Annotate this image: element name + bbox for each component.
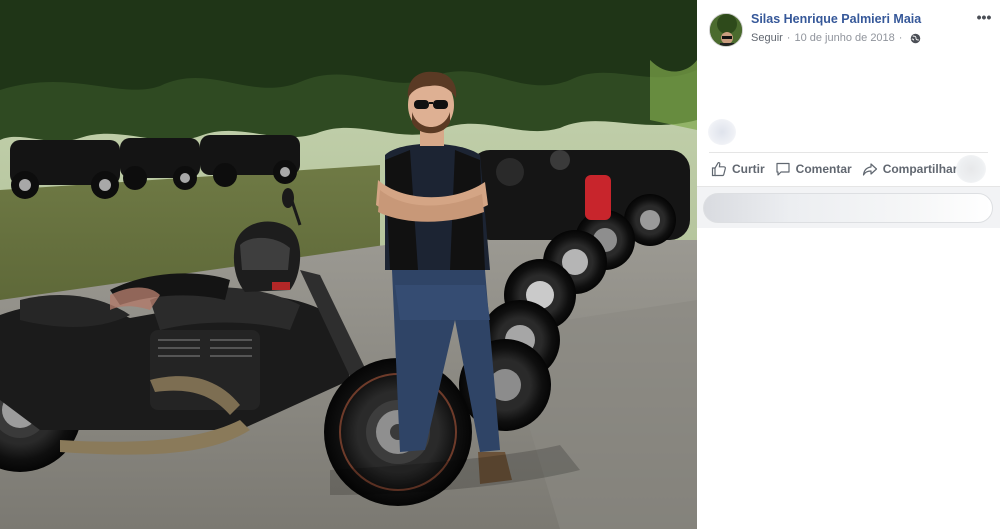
globe-icon[interactable] (910, 33, 921, 44)
avatar-image (710, 14, 742, 46)
post-action-bar: Curtir Comentar Compartilhar (711, 155, 996, 183)
comment-icon (776, 162, 790, 176)
meta-separator: · (786, 32, 791, 44)
like-label: Curtir (732, 162, 765, 176)
comment-label: Comentar (795, 162, 852, 176)
author-avatar[interactable] (709, 13, 743, 47)
more-options-icon[interactable]: ••• (974, 10, 994, 27)
like-button[interactable]: Curtir (711, 161, 765, 177)
reactions-blurred[interactable] (708, 119, 736, 145)
post-date[interactable]: 10 de junho de 2018 (794, 32, 894, 44)
meta-separator: · (898, 32, 903, 44)
divider (709, 152, 988, 153)
viewer-avatar-blurred[interactable] (956, 155, 986, 183)
share-label: Compartilhar (882, 162, 958, 176)
comment-input-blurred[interactable] (703, 193, 993, 223)
share-button[interactable]: Compartilhar (862, 161, 958, 177)
comment-button[interactable]: Comentar (775, 161, 852, 177)
author-name-link[interactable]: Silas Henrique Palmieri Maia (751, 12, 921, 26)
post-side-panel: Silas Henrique Palmieri Maia Seguir · 10… (697, 0, 1000, 529)
follow-link[interactable]: Seguir (751, 32, 783, 44)
thumbs-up-icon (711, 162, 726, 177)
post-header: Silas Henrique Palmieri Maia Seguir · 10… (709, 10, 994, 51)
photo-viewer: Silas Henrique Palmieri Maia Seguir · 10… (0, 0, 1000, 529)
comment-area (697, 186, 1000, 228)
post-meta: Seguir · 10 de junho de 2018 · (751, 32, 921, 44)
post-photo[interactable] (0, 0, 697, 529)
photo-illustration (0, 0, 697, 529)
share-icon (862, 163, 877, 176)
